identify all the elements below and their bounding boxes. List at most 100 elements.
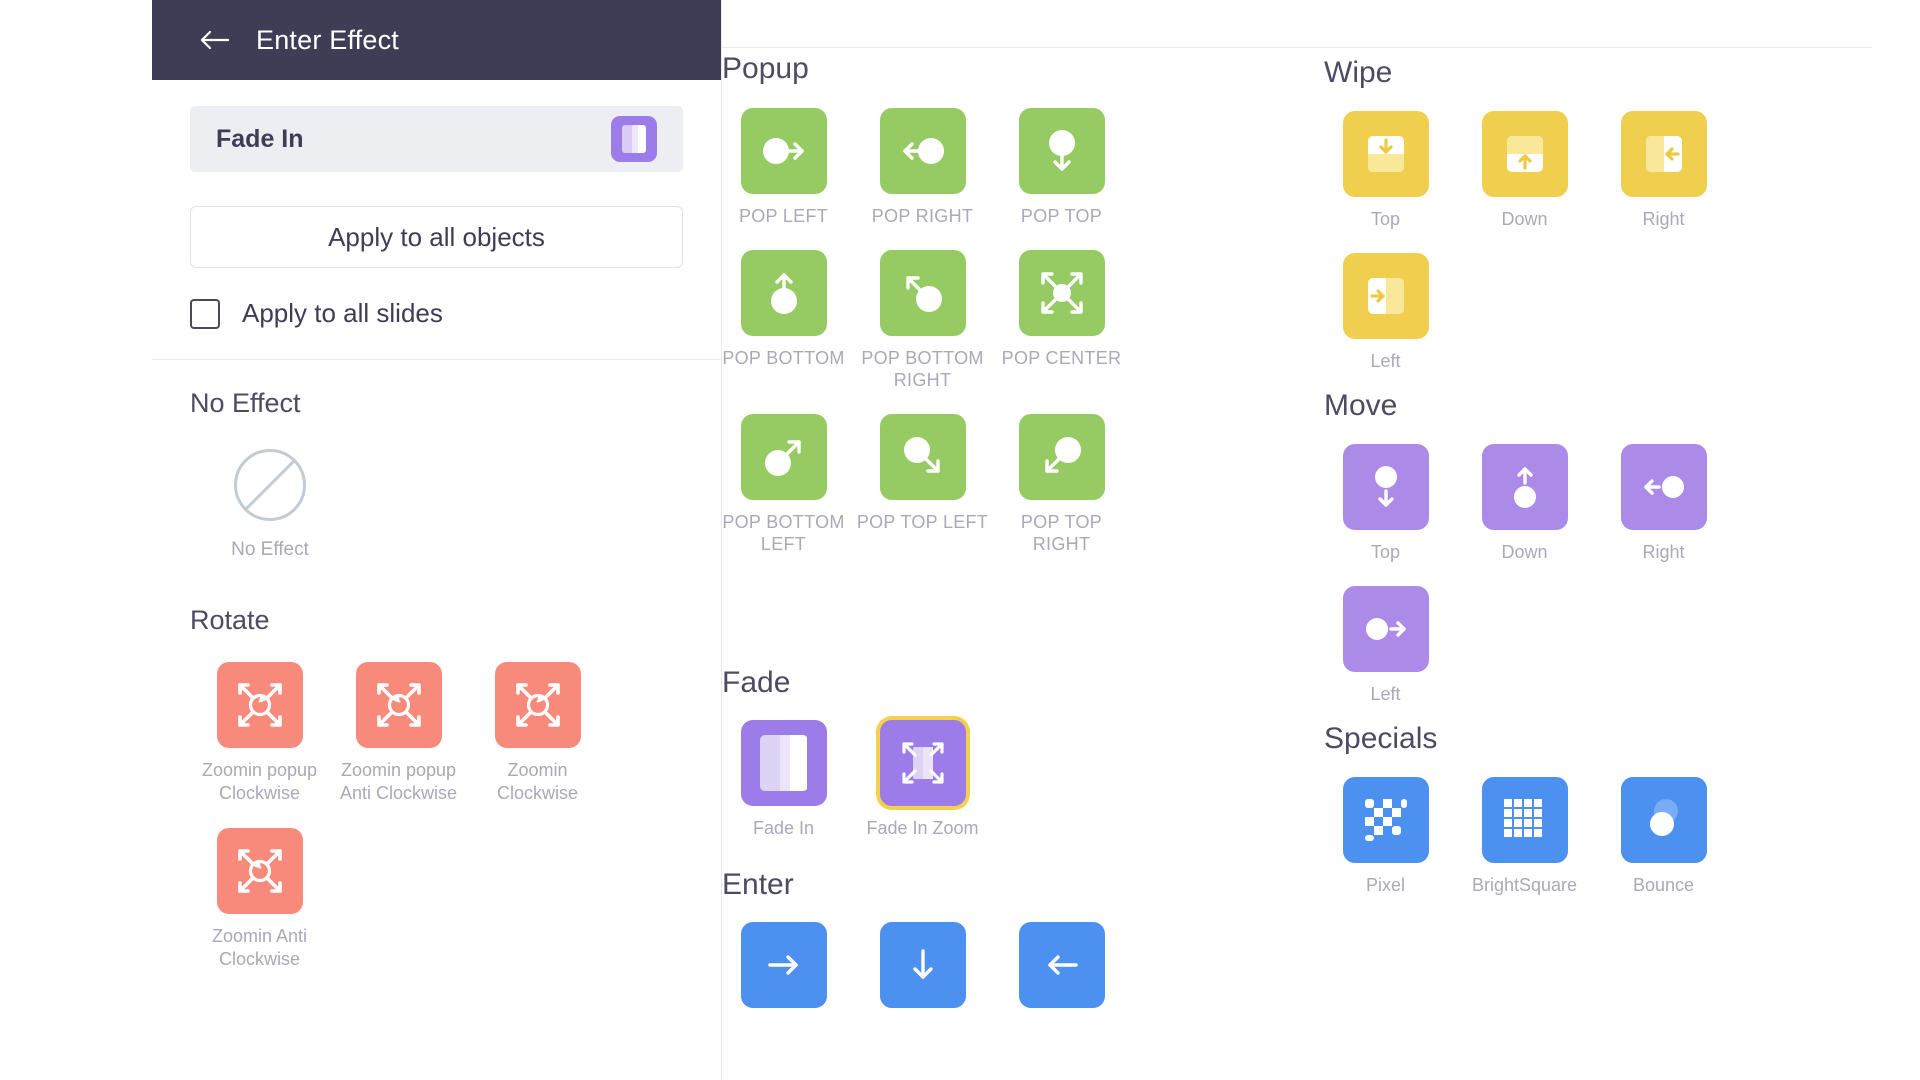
circle-arrow-up-icon — [740, 249, 827, 336]
effect-label: Zoomin Anti Clockwise — [211, 926, 308, 969]
apply-to-all-objects-button[interactable]: Apply to all objects — [190, 206, 683, 268]
effect-card-wipe-down[interactable]: Down — [1455, 111, 1594, 231]
no-effect-label: No Effect — [231, 539, 309, 560]
effect-card-pixel[interactable]: Pixel — [1316, 777, 1455, 897]
effect-card-zoomin-popup-clockwise[interactable]: Zoomin popup Clockwise — [190, 662, 329, 804]
effect-card-move-top[interactable]: Top — [1316, 444, 1455, 564]
fade-in-icon — [611, 116, 657, 162]
circle-arrow-left-icon — [879, 108, 966, 194]
effect-card-fade-in-zoom[interactable]: Fade In Zoom — [853, 720, 992, 840]
effect-card-enter-down[interactable] — [853, 922, 992, 1019]
effect-card-move-left[interactable]: Left — [1316, 585, 1455, 706]
wipe-left-icon — [1620, 111, 1707, 197]
effect-label: Zoomin popup Clockwise — [201, 760, 318, 803]
effect-card-pop-center[interactable]: POP CENTER — [992, 249, 1131, 392]
section-title-specials: Specials — [1324, 722, 1438, 755]
effect-card-fade-in[interactable]: Fade In — [714, 720, 853, 840]
arrow-down-icon — [879, 922, 966, 1008]
effect-card-wipe-top[interactable]: Top — [1316, 111, 1455, 231]
effect-label: Pixel — [1365, 875, 1405, 895]
divider — [152, 359, 722, 360]
no-effect-icon — [234, 449, 306, 521]
effect-label: POP TOP — [1020, 206, 1103, 226]
effect-card-move-right[interactable]: Right — [1594, 444, 1733, 564]
section-title-rotate: Rotate — [190, 605, 270, 635]
circle-arrow-down-icon — [1018, 108, 1105, 194]
effect-label: POP BOTTOM RIGHT — [861, 347, 984, 391]
circle-arrow-down-right-icon — [879, 413, 966, 500]
wipe-grid: Top Down Right Left — [1316, 111, 1733, 372]
effect-card-move-down[interactable]: Down — [1455, 444, 1594, 564]
effect-card-zoomin-popup-anti-clockwise[interactable]: Zoomin popup Anti Clockwise — [329, 662, 468, 804]
fade-in-zoom-icon — [879, 720, 966, 806]
effect-card-pop-bottom-right[interactable]: POP BOTTOM RIGHT — [853, 249, 992, 392]
effect-label: Right — [1642, 209, 1685, 229]
effect-card-enter-right[interactable] — [714, 922, 853, 1019]
fade-grid: Fade In Fade In Zoom — [714, 720, 1131, 840]
effect-label: Left — [1370, 350, 1401, 371]
move-grid: Top Down Right Left — [1316, 444, 1733, 705]
effect-label: Bounce — [1632, 875, 1695, 895]
effect-label: Fade In — [752, 818, 815, 838]
effect-card-pop-bottom-left[interactable]: POP BOTTOM LEFT — [714, 413, 853, 556]
apply-to-all-slides-label: Apply to all slides — [242, 298, 443, 328]
fade-in-icon — [740, 720, 827, 806]
effect-card-pop-top-left[interactable]: POP TOP LEFT — [853, 413, 992, 556]
section-title-enter: Enter — [722, 868, 794, 901]
effect-label: POP BOTTOM — [722, 347, 845, 368]
enter-grid — [714, 922, 1131, 1019]
effect-label: POP CENTER — [1001, 347, 1122, 368]
no-effect-card[interactable]: No Effect — [210, 449, 330, 561]
circle-arrow-right-icon — [740, 108, 827, 194]
arrow-left-icon — [1018, 922, 1105, 1008]
zoom-rotate-ccw-icon — [216, 828, 303, 914]
current-effect-row[interactable]: Fade In — [190, 106, 683, 172]
panel-header: Enter Effect — [152, 0, 721, 80]
effect-card-zoomin-clockwise[interactable]: Zoomin Clockwise — [468, 662, 607, 804]
effect-label: POP TOP RIGHT — [1020, 511, 1103, 555]
effect-card-brightsquare[interactable]: BrightSquare — [1455, 777, 1594, 897]
effect-label: Left — [1370, 683, 1401, 704]
zoom-rotate-cw-icon — [216, 662, 303, 748]
circle-arrow-down-left-icon — [1018, 413, 1105, 500]
effect-card-pop-top-right[interactable]: POP TOP RIGHT — [992, 413, 1131, 556]
effect-label: Right — [1642, 542, 1685, 562]
move-left-icon — [1620, 444, 1707, 530]
section-title-move: Move — [1324, 389, 1398, 422]
effect-label: Down — [1501, 209, 1548, 229]
effect-label: Top — [1370, 542, 1401, 562]
effect-card-zoomin-anti-clockwise[interactable]: Zoomin Anti Clockwise — [190, 828, 329, 970]
section-title-popup: Popup — [722, 52, 809, 85]
page-title: Enter Effect — [256, 24, 399, 55]
apply-to-all-slides-row[interactable]: Apply to all slides — [190, 298, 683, 329]
effect-card-enter-left[interactable] — [992, 922, 1131, 1019]
arrow-right-icon — [740, 922, 827, 1008]
effect-label: POP RIGHT — [871, 206, 974, 226]
zoom-rotate-ccw-icon — [355, 662, 442, 748]
effects-content: Popup POP LEFT POP RIGHT POP TOP POP BOT… — [722, 0, 1920, 1080]
enter-effect-panel: Enter Effect Fade In Apply to all object… — [152, 0, 722, 1080]
effect-card-pop-right[interactable]: POP RIGHT — [853, 108, 992, 228]
effect-label: BrightSquare — [1471, 875, 1578, 895]
effect-card-pop-bottom[interactable]: POP BOTTOM — [714, 249, 853, 392]
section-title-no-effect: No Effect — [190, 388, 301, 418]
wipe-down-icon — [1342, 111, 1429, 197]
effect-card-bounce[interactable]: Bounce — [1594, 777, 1733, 897]
effect-card-wipe-left[interactable]: Left — [1316, 252, 1455, 373]
move-up-icon — [1481, 444, 1568, 530]
wipe-up-icon — [1481, 111, 1568, 197]
effect-card-pop-top[interactable]: POP TOP — [992, 108, 1131, 228]
back-arrow-icon[interactable] — [200, 29, 230, 51]
rotate-grid: Zoomin popup Clockwise Zoomin popup Anti… — [190, 662, 670, 970]
current-effect-name: Fade In — [216, 124, 304, 153]
section-title-wipe: Wipe — [1324, 56, 1393, 89]
effect-card-wipe-right[interactable]: Right — [1594, 111, 1733, 231]
popup-grid: POP LEFT POP RIGHT POP TOP POP BOTTOM PO… — [714, 108, 1131, 556]
circle-arrow-up-left-icon — [879, 249, 966, 336]
effect-label: Top — [1370, 209, 1401, 229]
apply-to-all-slides-checkbox[interactable] — [190, 298, 220, 329]
move-right-icon — [1342, 585, 1429, 672]
zoom-rotate-cw-icon — [494, 662, 581, 748]
expand-center-icon — [1018, 249, 1105, 336]
effect-card-pop-left[interactable]: POP LEFT — [714, 108, 853, 228]
